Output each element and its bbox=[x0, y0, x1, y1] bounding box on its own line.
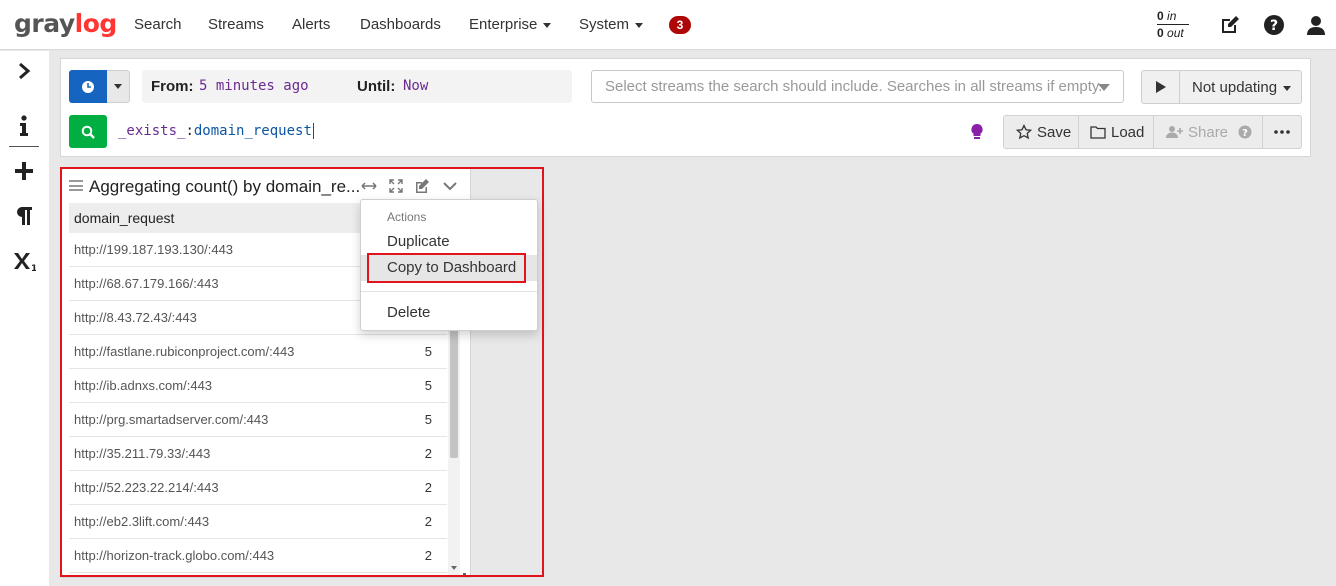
search-query-input[interactable]: _exists_:domain_request bbox=[118, 119, 718, 143]
star-icon bbox=[1016, 124, 1032, 140]
table-row: http://35.211.79.33/:443 2 bbox=[69, 437, 447, 471]
text-cursor bbox=[312, 123, 314, 139]
search-bar-panel: From: 5 minutes ago Until: Now Select st… bbox=[60, 58, 1311, 157]
search-icon bbox=[81, 125, 95, 139]
fullscreen-icon[interactable] bbox=[387, 177, 405, 195]
svg-text:?: ? bbox=[1270, 18, 1278, 34]
menu-header: Actions bbox=[387, 210, 427, 224]
ellipsis-icon bbox=[1274, 130, 1290, 134]
sidebar-divider bbox=[9, 146, 39, 147]
chevron-right-icon[interactable] bbox=[12, 59, 36, 83]
chevron-down-icon[interactable] bbox=[441, 177, 459, 195]
plus-icon[interactable] bbox=[12, 159, 36, 183]
widget-title: Aggregating count() by domain_re... bbox=[89, 177, 361, 196]
table-row: http://eb2.3lift.com/:443 2 bbox=[69, 505, 447, 539]
table-row: http://ib.adnxs.com/:443 5 bbox=[69, 369, 447, 403]
menu-item-copy-to-dashboard[interactable]: Copy to Dashboard bbox=[361, 255, 537, 281]
drag-handle-icon[interactable] bbox=[69, 180, 83, 191]
svg-text:?: ? bbox=[1242, 128, 1248, 139]
top-navbar: graylog Search Streams Alerts Dashboards… bbox=[0, 0, 1336, 50]
menu-item-delete[interactable]: Delete bbox=[361, 300, 537, 326]
info-icon[interactable] bbox=[12, 114, 36, 138]
table-row: http://fastlane.rubiconproject.com/:443 5 bbox=[69, 335, 447, 369]
paragraph-icon[interactable] bbox=[12, 204, 36, 228]
table-row: http://52.223.22.214/:443 2 bbox=[69, 471, 447, 505]
search-actions-group: Save Load Share ? bbox=[1003, 115, 1302, 149]
subscript-icon[interactable]: 1 bbox=[12, 249, 36, 273]
expand-horizontal-icon[interactable] bbox=[360, 177, 378, 195]
nav-dashboards[interactable]: Dashboards bbox=[360, 16, 441, 33]
play-icon bbox=[1155, 81, 1166, 93]
until-label: Until: bbox=[357, 78, 396, 95]
save-button[interactable]: Save bbox=[1016, 116, 1071, 148]
svg-text:1: 1 bbox=[31, 264, 36, 272]
search-button[interactable] bbox=[69, 115, 107, 148]
refresh-control: Not updating bbox=[1141, 70, 1302, 104]
streams-placeholder: Select streams the search should include… bbox=[605, 78, 1103, 95]
notifications-badge[interactable]: 3 bbox=[669, 16, 691, 34]
nav-system-dropdown[interactable]: System bbox=[579, 16, 644, 33]
widget-actions-menu: Actions Duplicate Copy to Dashboard Dele… bbox=[360, 199, 538, 331]
edit-icon[interactable] bbox=[413, 177, 431, 195]
menu-item-duplicate[interactable]: Duplicate bbox=[361, 229, 537, 255]
graylog-logo[interactable]: graylog bbox=[14, 9, 117, 38]
load-button[interactable]: Load bbox=[1090, 116, 1144, 148]
resize-handle[interactable] bbox=[463, 573, 466, 576]
lightbulb-icon[interactable] bbox=[970, 123, 984, 141]
more-options-button[interactable] bbox=[1274, 116, 1290, 148]
until-value: Now bbox=[403, 78, 429, 94]
table-row: http://prg.smartadserver.com/:443 5 bbox=[69, 403, 447, 437]
nav-enterprise-dropdown[interactable]: Enterprise bbox=[469, 16, 552, 33]
time-range-type-button[interactable] bbox=[69, 70, 107, 103]
throughput-divider bbox=[1157, 24, 1189, 25]
nav-streams[interactable]: Streams bbox=[208, 16, 264, 33]
caret-down-icon bbox=[1283, 85, 1292, 91]
caret-down-icon bbox=[543, 22, 552, 28]
user-plus-icon bbox=[1166, 126, 1183, 138]
help-circle-icon[interactable]: ? bbox=[1238, 125, 1252, 139]
time-range-dropdown-toggle[interactable] bbox=[107, 70, 130, 103]
user-icon[interactable] bbox=[1305, 14, 1327, 36]
clock-icon bbox=[82, 80, 94, 93]
caret-down-icon bbox=[114, 84, 122, 89]
help-icon[interactable]: ? bbox=[1263, 14, 1285, 36]
left-sidebar: 1 bbox=[0, 51, 49, 586]
play-button[interactable] bbox=[1142, 71, 1180, 103]
share-button[interactable]: Share ? bbox=[1166, 116, 1252, 148]
dropdown-arrow-icon bbox=[1098, 84, 1110, 91]
from-label: From: bbox=[151, 78, 194, 95]
caret-down-icon bbox=[635, 22, 644, 28]
scroll-down-arrow-icon[interactable] bbox=[451, 566, 457, 570]
widget-header: Aggregating count() by domain_re... bbox=[62, 169, 470, 203]
menu-divider bbox=[361, 291, 537, 292]
refresh-interval-dropdown[interactable]: Not updating bbox=[1192, 79, 1292, 96]
nav-alerts[interactable]: Alerts bbox=[292, 16, 330, 33]
nav-search[interactable]: Search bbox=[134, 16, 182, 33]
time-range-display[interactable]: From: 5 minutes ago Until: Now bbox=[142, 70, 572, 103]
table-row: http://horizon-track.globo.com/:443 2 bbox=[69, 539, 447, 573]
from-value: 5 minutes ago bbox=[199, 78, 309, 94]
streams-select[interactable]: Select streams the search should include… bbox=[591, 70, 1124, 103]
folder-icon bbox=[1090, 126, 1106, 139]
edit-notes-icon[interactable] bbox=[1219, 14, 1241, 36]
throughput-indicator[interactable]: 0 in 0 out bbox=[1157, 9, 1191, 40]
